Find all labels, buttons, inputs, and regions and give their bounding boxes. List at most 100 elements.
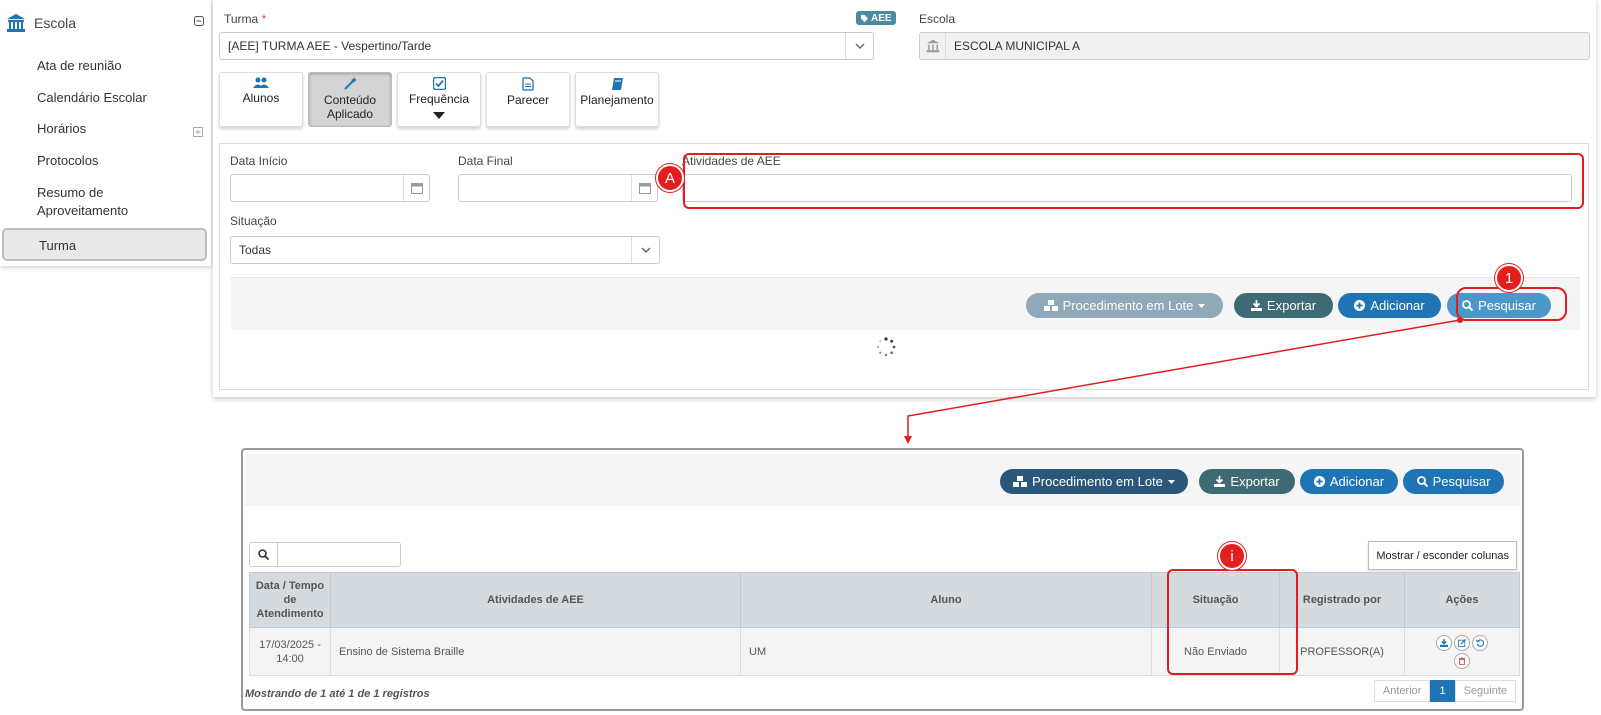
magic-wand-icon <box>343 77 357 91</box>
file-text-icon <box>522 77 534 91</box>
loading-spinner-icon <box>876 337 896 357</box>
tag-icon <box>860 14 869 23</box>
pager-next[interactable]: Seguinte <box>1454 680 1516 702</box>
sidebar-item-horarios[interactable]: Horários <box>37 120 86 138</box>
tab-planejamento-label: Planejamento <box>580 93 654 107</box>
exportar-label-2: Exportar <box>1230 474 1280 489</box>
adicionar-button[interactable]: Adicionar <box>1338 293 1441 318</box>
adicionar-label: Adicionar <box>1370 298 1425 313</box>
edit-icon[interactable] <box>1454 634 1470 651</box>
caret-down-icon <box>1167 479 1175 484</box>
atividades-input[interactable] <box>682 174 1572 202</box>
pager-prev[interactable]: Anterior <box>1373 680 1431 702</box>
search-icon <box>250 543 278 566</box>
turma-select-value: [AEE] TURMA AEE - Vespertino/Tarde <box>228 39 432 53</box>
col-header-acoes: Ações <box>1404 572 1520 628</box>
procedimento-lote-button-2[interactable]: Procedimento em Lote <box>1000 469 1188 494</box>
sidebar-item-ata-reuniao[interactable]: Ata de reunião <box>37 57 122 75</box>
collapse-icon[interactable] <box>194 16 204 26</box>
sidebar-title: Escola <box>34 15 77 31</box>
turma-select[interactable]: [AEE] TURMA AEE - Vespertino/Tarde <box>219 32 874 60</box>
history-icon[interactable] <box>1472 634 1488 651</box>
search-icon <box>1462 300 1474 311</box>
download-icon <box>1214 476 1226 487</box>
tab-frequencia[interactable]: Frequência <box>397 72 481 127</box>
cell-data: 17/03/2025 - 14:00 <box>249 627 331 676</box>
procedimento-lote-button[interactable]: Procedimento em Lote <box>1026 293 1223 318</box>
tab-conteudo-label: Conteúdo Aplicado <box>323 93 377 121</box>
tab-parecer-label: Parecer <box>506 93 550 107</box>
institution-icon <box>920 33 946 59</box>
tab-parecer[interactable]: Parecer <box>486 72 570 127</box>
calendar-icon[interactable] <box>631 175 657 201</box>
col-header-aluno[interactable]: Aluno <box>740 572 1152 628</box>
book-icon <box>611 77 624 91</box>
pesquisar-label-2: Pesquisar <box>1432 474 1491 489</box>
results-table: Data / Tempo de Atendimento Atividades d… <box>249 572 1520 676</box>
sidebar-header[interactable]: Escola <box>6 12 206 34</box>
pesquisar-button-2[interactable]: Pesquisar <box>1403 469 1504 494</box>
aee-badge: AEE <box>856 11 896 25</box>
situacao-select-value: Todas <box>239 243 272 257</box>
sidebar-item-resumo[interactable]: Resumo de Aproveitamento <box>37 184 157 220</box>
caret-down-icon <box>1198 303 1206 308</box>
expand-icon[interactable] <box>193 127 203 137</box>
turma-label: Turma * <box>224 12 266 26</box>
exportar-button-2[interactable]: Exportar <box>1199 469 1295 494</box>
tab-frequencia-label: Frequência <box>408 92 470 106</box>
situacao-label: Situação <box>230 214 277 228</box>
cubes-icon <box>1043 299 1058 312</box>
cell-atividade: Ensino de Sistema Braille <box>330 627 741 676</box>
data-inicio-input[interactable] <box>230 174 430 202</box>
plus-circle-icon <box>1313 476 1325 487</box>
pesquisar-button[interactable]: Pesquisar <box>1447 293 1551 318</box>
adicionar-button-2[interactable]: Adicionar <box>1300 469 1398 494</box>
col-header-data[interactable]: Data / Tempo de Atendimento <box>249 572 331 628</box>
cell-acoes <box>1404 627 1520 676</box>
data-final-input[interactable] <box>458 174 658 202</box>
results-panel: Procedimento em Lote Exportar Adicionar … <box>241 448 1524 711</box>
pagination: Anterior 1 Seguinte <box>1373 680 1516 702</box>
procedimento-lote-label-2: Procedimento em Lote <box>1032 474 1163 489</box>
turma-label-text: Turma <box>224 12 259 26</box>
sidebar-item-protocolos[interactable]: Protocolos <box>37 152 98 170</box>
results-action-bar: Procedimento em Lote Exportar Adicionar … <box>245 454 1520 506</box>
check-square-icon <box>432 77 446 90</box>
cubes-icon <box>1013 475 1028 488</box>
col-header-atividades[interactable]: Atividades de AEE <box>330 572 741 628</box>
search-icon <box>1416 476 1428 487</box>
cell-registrado: PROFESSOR(A) <box>1279 627 1405 676</box>
pager-current[interactable]: 1 <box>1430 680 1455 702</box>
download-icon[interactable] <box>1436 634 1452 651</box>
exportar-button[interactable]: Exportar <box>1234 293 1333 318</box>
col-header-registrado[interactable]: Registrado por <box>1279 572 1405 628</box>
situacao-select[interactable]: Todas <box>230 236 660 264</box>
trash-icon[interactable] <box>1454 652 1470 669</box>
escola-field: ESCOLA MUNICIPAL A <box>919 32 1590 60</box>
escola-value: ESCOLA MUNICIPAL A <box>954 39 1081 53</box>
main-panel: Turma * AEE [AEE] TURMA AEE - Vespertino… <box>213 0 1596 397</box>
filter-panel: Data Início Data Final Atividades de AEE… <box>219 143 1589 390</box>
toggle-columns-button[interactable]: Mostrar / esconder colunas <box>1368 541 1517 570</box>
tab-alunos[interactable]: Alunos <box>219 72 303 127</box>
sidebar-item-turma[interactable]: Turma <box>2 228 207 261</box>
action-bar: Procedimento em Lote Exportar Adicionar … <box>231 277 1580 330</box>
table-search-input[interactable] <box>249 542 401 567</box>
tab-conteudo-aplicado[interactable]: Conteúdo Aplicado <box>308 72 392 127</box>
aee-badge-text: AEE <box>871 12 892 24</box>
data-final-label: Data Final <box>458 154 513 168</box>
caret-down-icon[interactable] <box>433 112 445 119</box>
atividades-label: Atividades de AEE <box>682 154 781 168</box>
chevron-down-icon[interactable] <box>845 33 873 59</box>
pesquisar-label: Pesquisar <box>1478 298 1536 313</box>
table-info: Mostrando de 1 até 1 de 1 registros <box>245 688 430 700</box>
cell-situacao: Não Enviado <box>1151 627 1280 676</box>
tab-alunos-label: Alunos <box>242 91 280 105</box>
download-icon <box>1250 300 1262 311</box>
chevron-down-icon[interactable] <box>631 237 659 263</box>
tab-planejamento[interactable]: Planejamento <box>575 72 659 127</box>
calendar-icon[interactable] <box>403 175 429 201</box>
col-header-situacao[interactable]: Situação <box>1151 572 1280 628</box>
marker-info: i <box>1218 542 1246 570</box>
sidebar-item-calendario[interactable]: Calendário Escolar <box>37 89 147 107</box>
